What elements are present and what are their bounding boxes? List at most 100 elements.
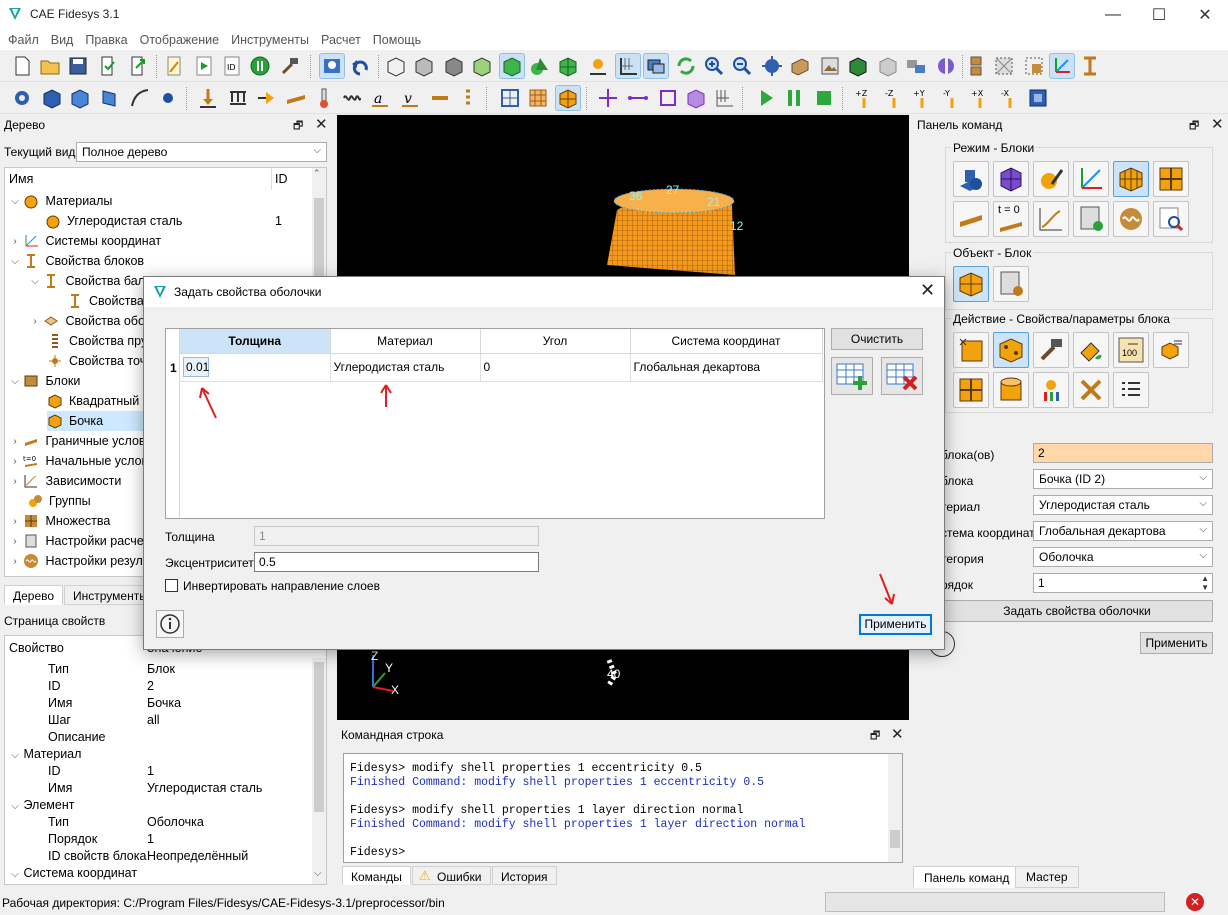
tree-item-point-properties[interactable]: Свойства точ (5, 351, 146, 371)
dependency-icon[interactable] (1033, 201, 1069, 237)
coordinate-mode-icon[interactable] (1073, 161, 1109, 197)
shaded-cube-icon[interactable] (442, 54, 466, 78)
tab-commands[interactable]: Команды (342, 866, 411, 885)
create-block-icon[interactable] (953, 332, 989, 368)
close-window-button[interactable]: ✕ (1182, 0, 1228, 30)
transparent-box-icon[interactable] (876, 54, 900, 78)
green-outline-cube-icon[interactable] (470, 54, 494, 78)
vertex-icon[interactable] (156, 86, 180, 110)
undo-icon[interactable] (348, 54, 372, 78)
apply-button[interactable]: Применить (1140, 632, 1213, 654)
invert-layers-checkbox[interactable] (165, 579, 178, 592)
distributed-load-icon[interactable] (226, 86, 250, 110)
view-minus-y-icon[interactable]: -Y (940, 86, 964, 110)
initial-cond-icon[interactable]: t = 0 (993, 201, 1029, 237)
blocks-pair-icon[interactable] (904, 54, 928, 78)
contact-icon[interactable] (456, 86, 480, 110)
menu-view[interactable]: Вид (45, 33, 80, 47)
surface-icon[interactable] (98, 86, 122, 110)
menu-edit[interactable]: Правка (79, 33, 133, 47)
face-element-icon[interactable] (656, 86, 680, 110)
view-select[interactable]: Полное дерево ⌵ (76, 142, 327, 162)
menu-display[interactable]: Отображение (134, 33, 225, 47)
tree-item-sets[interactable]: › Множества (5, 511, 110, 531)
box-select-icon[interactable] (1022, 54, 1046, 78)
block-list-icon[interactable] (1153, 332, 1189, 368)
error-icon[interactable]: ✕ (1186, 893, 1204, 911)
tree-item-beam-properties[interactable]: ⌵ Свойства бал (5, 271, 145, 291)
pause-icon[interactable] (248, 54, 272, 78)
tree-item-square-block[interactable]: Квадратный г (5, 391, 147, 411)
dashed-box-icon[interactable] (992, 54, 1016, 78)
pressure-line-icon[interactable] (428, 86, 452, 110)
select-mode-icon[interactable] (319, 53, 345, 79)
dialog-close-button[interactable]: ✕ (920, 280, 935, 301)
close-panel-icon[interactable]: ✕ (315, 115, 328, 133)
bc-mode-icon[interactable] (953, 201, 989, 237)
clear-button[interactable]: Очистить (831, 328, 923, 350)
cell-coord-system[interactable]: Глобальная декартова (630, 353, 823, 382)
ibeam-icon[interactable] (1078, 54, 1102, 78)
image-frame-icon[interactable] (818, 54, 842, 78)
box-3d-icon[interactable] (788, 54, 812, 78)
split-block-icon[interactable] (953, 372, 989, 408)
curve-icon[interactable] (128, 86, 152, 110)
tree-item-materials[interactable]: ⌵ Материалы (5, 191, 112, 211)
import-icon[interactable] (96, 54, 120, 78)
grid-axes-icon[interactable] (615, 53, 641, 79)
command-scrollbar[interactable] (888, 754, 902, 862)
menu-help[interactable]: Помощь (367, 33, 427, 47)
element-grid-icon[interactable] (712, 86, 736, 110)
fit-view-icon[interactable] (760, 54, 784, 78)
mesh-quad-icon[interactable] (498, 86, 522, 110)
mesh-mode-icon[interactable] (993, 161, 1029, 197)
blocks-mode-icon[interactable] (1113, 161, 1149, 197)
hex-element-icon[interactable] (684, 86, 708, 110)
stop-icon[interactable] (812, 86, 836, 110)
column-blocks-icon[interactable] (964, 54, 988, 78)
tree-item-spring-properties[interactable]: Свойства пру (5, 331, 147, 351)
volume-box-icon[interactable] (40, 86, 64, 110)
info-button[interactable] (156, 610, 184, 638)
pause-calc-icon[interactable] (782, 86, 806, 110)
delete-block-icon[interactable] (1073, 372, 1109, 408)
axes-triad-icon[interactable] (1049, 53, 1075, 79)
col-material[interactable]: Материал (330, 329, 481, 354)
prop-group-element[interactable]: ⌵ Элемент (10, 798, 74, 815)
dialog-apply-button[interactable]: Применить (859, 614, 932, 635)
material-select[interactable]: Углеродистая сталь ⌵ (1033, 495, 1213, 515)
tree-item-calc-settings[interactable]: › Настройки расче (5, 531, 143, 551)
beam-load-icon[interactable] (284, 86, 308, 110)
order-spinbox[interactable]: 1 ▲ ▼ (1033, 573, 1213, 593)
list-icon[interactable] (1113, 372, 1149, 408)
coord-system-select[interactable]: Глобальная декартова ⌵ (1033, 521, 1213, 541)
col-coord-system[interactable]: Система координат (630, 329, 823, 354)
wireframe-cube-icon[interactable] (384, 54, 408, 78)
spring-icon[interactable] (340, 86, 364, 110)
prop-group-material[interactable]: ⌵ Материал (10, 747, 81, 764)
assign-material-icon[interactable] (1073, 332, 1109, 368)
hammer-icon[interactable] (278, 54, 302, 78)
tab-errors[interactable]: ⚠ Ошибки (412, 866, 491, 885)
tree-item-initial-conditions[interactable]: › t=0 Начальные услов (5, 451, 148, 471)
block-object-icon[interactable] (953, 266, 989, 302)
view-minus-x-icon[interactable]: -X (998, 86, 1022, 110)
inspect-icon[interactable] (1153, 201, 1189, 237)
material-mode-icon[interactable] (1033, 161, 1069, 197)
command-prompt[interactable]: Fidesys> (350, 846, 896, 860)
sphere-cut-icon[interactable] (934, 54, 958, 78)
mesh-grid-icon[interactable] (526, 86, 550, 110)
category-select[interactable]: Оболочка ⌵ (1033, 547, 1213, 567)
id-icon[interactable]: ID (220, 54, 244, 78)
set-shell-properties-button[interactable]: Задать свойства оболочки (941, 600, 1213, 622)
block-properties-icon[interactable] (993, 332, 1029, 368)
calc-settings-icon[interactable] (1073, 201, 1109, 237)
command-output[interactable]: Fidesys> modify shell properties 1 eccen… (343, 753, 903, 863)
export-icon[interactable] (126, 54, 150, 78)
zoom-out-icon[interactable] (730, 54, 754, 78)
tree-item-dependencies[interactable]: › Зависимости (5, 471, 121, 491)
tree-item-carbon-steel[interactable]: Углеродистая сталь 1 (5, 211, 305, 231)
zoom-in-icon[interactable] (702, 54, 726, 78)
mesh-cube-orange-icon[interactable] (555, 85, 581, 111)
block-params-icon[interactable] (993, 266, 1029, 302)
